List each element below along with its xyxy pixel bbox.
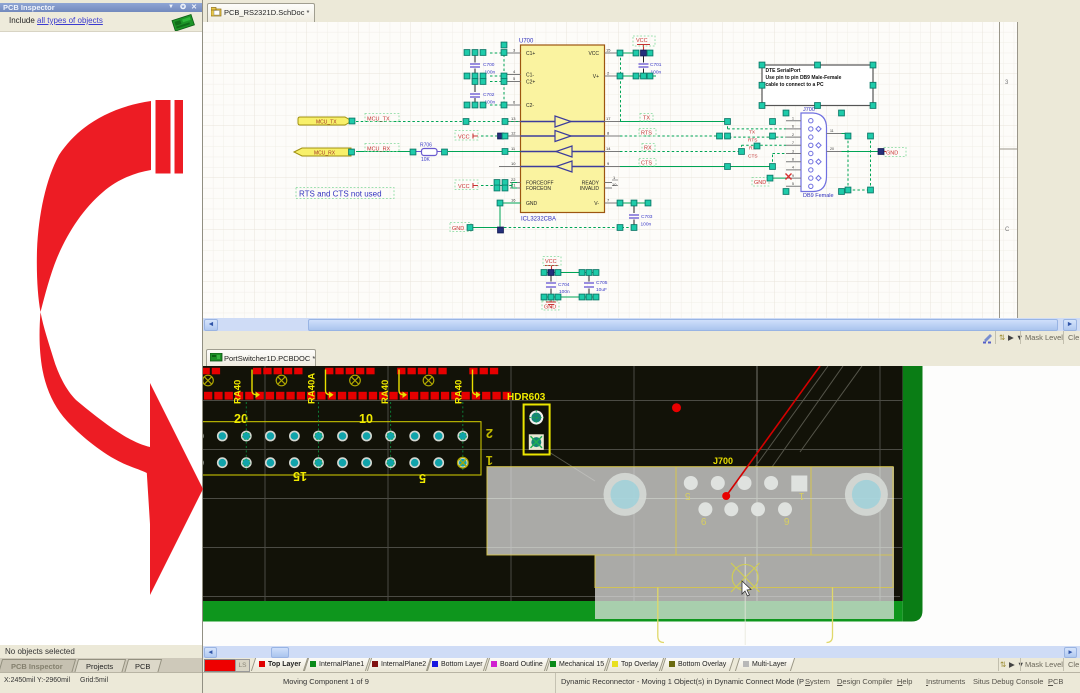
svg-text:6: 6 bbox=[784, 515, 790, 526]
svg-text:MCU_RX: MCU_RX bbox=[314, 150, 336, 156]
svg-text:15: 15 bbox=[606, 48, 611, 53]
svg-text:R706: R706 bbox=[420, 143, 432, 149]
svg-text:15: 15 bbox=[293, 469, 307, 483]
svg-text:4: 4 bbox=[792, 166, 794, 170]
svg-text:cable to connect to a PC: cable to connect to a PC bbox=[766, 82, 824, 88]
svg-text:100n: 100n bbox=[641, 222, 652, 228]
svg-text:1: 1 bbox=[792, 117, 794, 121]
svg-text:14: 14 bbox=[606, 146, 611, 151]
svg-text:5: 5 bbox=[685, 490, 691, 501]
svg-text:20: 20 bbox=[830, 147, 834, 151]
svg-text:13: 13 bbox=[511, 116, 516, 121]
svg-text:HDR603: HDR603 bbox=[507, 392, 546, 403]
svg-text:CTS: CTS bbox=[748, 154, 758, 160]
svg-text:TX: TX bbox=[749, 130, 756, 136]
svg-text:MCU_TX: MCU_TX bbox=[316, 119, 337, 125]
svg-text:2: 2 bbox=[792, 133, 794, 137]
svg-text:RA40: RA40 bbox=[380, 380, 391, 404]
svg-text:2: 2 bbox=[486, 426, 493, 441]
svg-text:22: 22 bbox=[511, 177, 516, 182]
svg-text:1: 1 bbox=[486, 453, 493, 468]
svg-text:10uF: 10uF bbox=[596, 287, 607, 293]
svg-text:RA40: RA40 bbox=[454, 380, 465, 404]
svg-text:TX: TX bbox=[643, 116, 650, 122]
svg-text:11: 11 bbox=[830, 129, 834, 133]
svg-text:10: 10 bbox=[511, 161, 516, 166]
svg-text:10K: 10K bbox=[421, 157, 431, 163]
svg-text:U700: U700 bbox=[519, 39, 534, 45]
svg-text:V+: V+ bbox=[593, 74, 599, 80]
svg-text:C: C bbox=[1005, 227, 1010, 233]
svg-text:12: 12 bbox=[511, 131, 516, 136]
svg-text:GND: GND bbox=[886, 151, 898, 157]
svg-text:C2+: C2+ bbox=[526, 80, 535, 86]
svg-text:C701: C701 bbox=[650, 62, 662, 68]
svg-text:VCC: VCC bbox=[545, 259, 557, 265]
svg-text:DB9 Female: DB9 Female bbox=[803, 193, 834, 199]
svg-text:C700: C700 bbox=[483, 62, 495, 68]
svg-text:C2-: C2- bbox=[526, 103, 534, 109]
svg-text:1: 1 bbox=[799, 490, 805, 501]
svg-text:RTS and CTS not used: RTS and CTS not used bbox=[299, 190, 382, 199]
svg-text:GND: GND bbox=[754, 180, 766, 186]
svg-text:INVALID: INVALID bbox=[580, 186, 599, 192]
svg-text:C702: C702 bbox=[483, 92, 495, 98]
svg-text:C1+: C1+ bbox=[526, 51, 535, 57]
svg-text:C705: C705 bbox=[596, 280, 608, 286]
svg-text:9: 9 bbox=[701, 515, 707, 526]
svg-text:GND: GND bbox=[526, 201, 538, 207]
svg-text:RA40A: RA40A bbox=[307, 373, 318, 404]
svg-text:ICL3232CBA: ICL3232CBA bbox=[521, 217, 556, 223]
svg-text:10: 10 bbox=[359, 412, 373, 426]
svg-text:10: 10 bbox=[612, 182, 617, 187]
svg-text:VCC: VCC bbox=[588, 51, 599, 57]
svg-text:16: 16 bbox=[511, 198, 516, 203]
svg-text:J700: J700 bbox=[713, 456, 733, 466]
svg-text:MCU_TX: MCU_TX bbox=[367, 116, 390, 122]
svg-text:CTS: CTS bbox=[641, 161, 652, 167]
svg-text:FORCEON: FORCEON bbox=[526, 186, 551, 192]
svg-text:DTE SerialPort: DTE SerialPort bbox=[766, 68, 801, 74]
svg-text:C704: C704 bbox=[558, 282, 570, 288]
svg-text:3: 3 bbox=[792, 149, 794, 153]
svg-text:8: 8 bbox=[792, 158, 794, 162]
svg-text:RA40: RA40 bbox=[233, 380, 244, 404]
svg-text:5: 5 bbox=[419, 471, 426, 485]
svg-text:RTS: RTS bbox=[748, 138, 758, 144]
svg-text:C703: C703 bbox=[641, 214, 653, 220]
svg-text:20: 20 bbox=[234, 412, 248, 426]
svg-text:VCC: VCC bbox=[458, 134, 470, 140]
svg-text:6: 6 bbox=[792, 125, 794, 129]
svg-text:5: 5 bbox=[792, 182, 794, 186]
svg-text:J700: J700 bbox=[803, 107, 815, 113]
svg-text:VCC: VCC bbox=[636, 38, 648, 44]
svg-text:MCU_RX: MCU_RX bbox=[367, 146, 391, 152]
svg-text:RX: RX bbox=[644, 146, 652, 152]
svg-text:17: 17 bbox=[606, 116, 611, 121]
svg-text:C1-: C1- bbox=[526, 73, 534, 79]
svg-text:9: 9 bbox=[792, 174, 794, 178]
svg-text:7: 7 bbox=[792, 141, 794, 145]
svg-text:Use pin to pin DB9 Male-Female: Use pin to pin DB9 Male-Female bbox=[766, 75, 842, 81]
svg-text:RTS: RTS bbox=[641, 131, 652, 137]
svg-text:V-: V- bbox=[594, 201, 599, 207]
